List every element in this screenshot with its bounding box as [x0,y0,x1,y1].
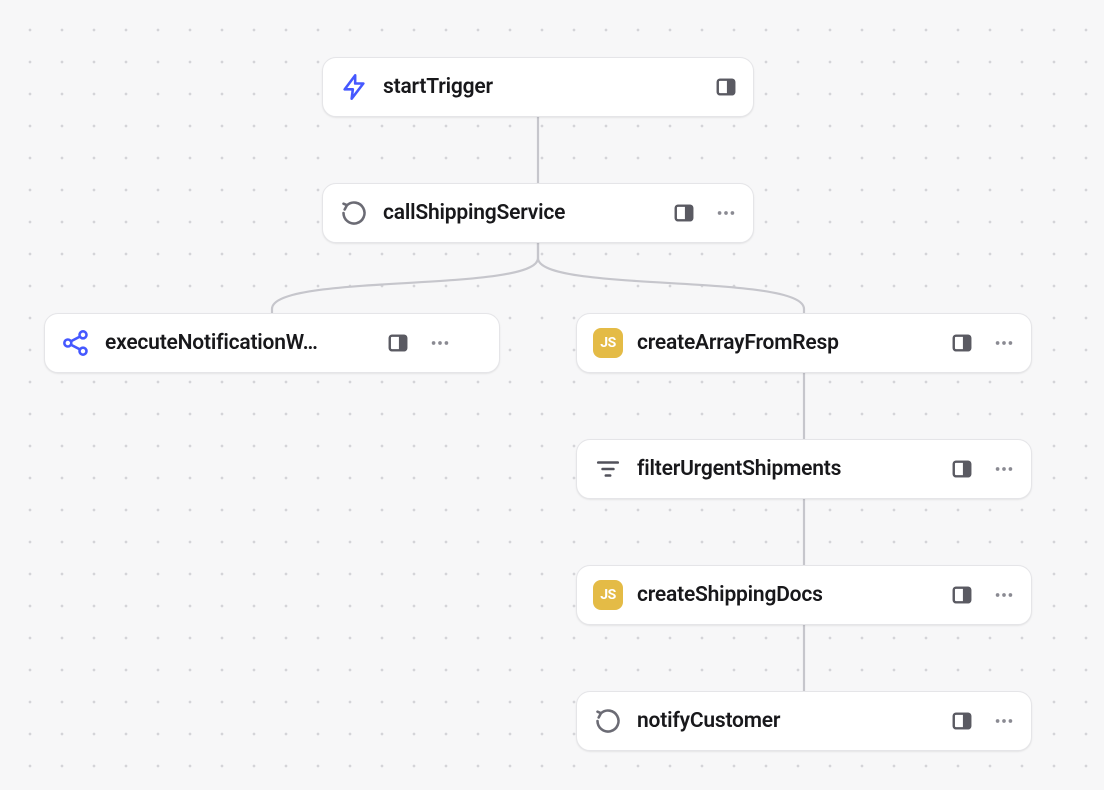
node-create-shipping-docs[interactable]: JS createShippingDocs [576,565,1032,625]
node-execute-notification[interactable]: executeNotificationW… [44,313,500,373]
node-notify-customer[interactable]: notifyCustomer [576,691,1032,751]
node-label: createShippingDocs [637,583,937,607]
more-options-button[interactable] [993,332,1015,354]
panel-toggle-button[interactable] [387,332,409,354]
js-badge: JS [593,328,623,358]
more-options-button[interactable] [993,584,1015,606]
node-label: filterUrgentShipments [637,457,937,481]
panel-toggle-button[interactable] [715,76,737,98]
node-create-array-from-resp[interactable]: JS createArrayFromResp [576,313,1032,373]
node-label: createArrayFromResp [637,331,937,355]
loop-icon [339,198,369,228]
js-icon: JS [593,328,623,358]
filter-icon [593,454,623,484]
node-label: callShippingService [383,201,659,225]
panel-toggle-button[interactable] [951,710,973,732]
panel-toggle-button[interactable] [951,332,973,354]
js-icon: JS [593,580,623,610]
js-badge: JS [593,580,623,610]
more-options-button[interactable] [993,458,1015,480]
node-label: startTrigger [383,75,701,99]
panel-toggle-button[interactable] [951,584,973,606]
panel-toggle-button[interactable] [673,202,695,224]
more-options-button[interactable] [993,710,1015,732]
node-call-shipping-service[interactable]: callShippingService [322,183,754,243]
panel-toggle-button[interactable] [951,458,973,480]
bolt-icon [339,72,369,102]
node-label: notifyCustomer [637,709,937,733]
node-label: executeNotificationW… [105,331,373,355]
workflow-canvas[interactable]: startTrigger callShippingService [0,0,1104,790]
node-start-trigger[interactable]: startTrigger [322,57,754,117]
connector-lines [0,0,1104,790]
more-options-button[interactable] [429,332,451,354]
more-options-button[interactable] [715,202,737,224]
share-icon [61,328,91,358]
loop-icon [593,706,623,736]
node-filter-urgent-shipments[interactable]: filterUrgentShipments [576,439,1032,499]
